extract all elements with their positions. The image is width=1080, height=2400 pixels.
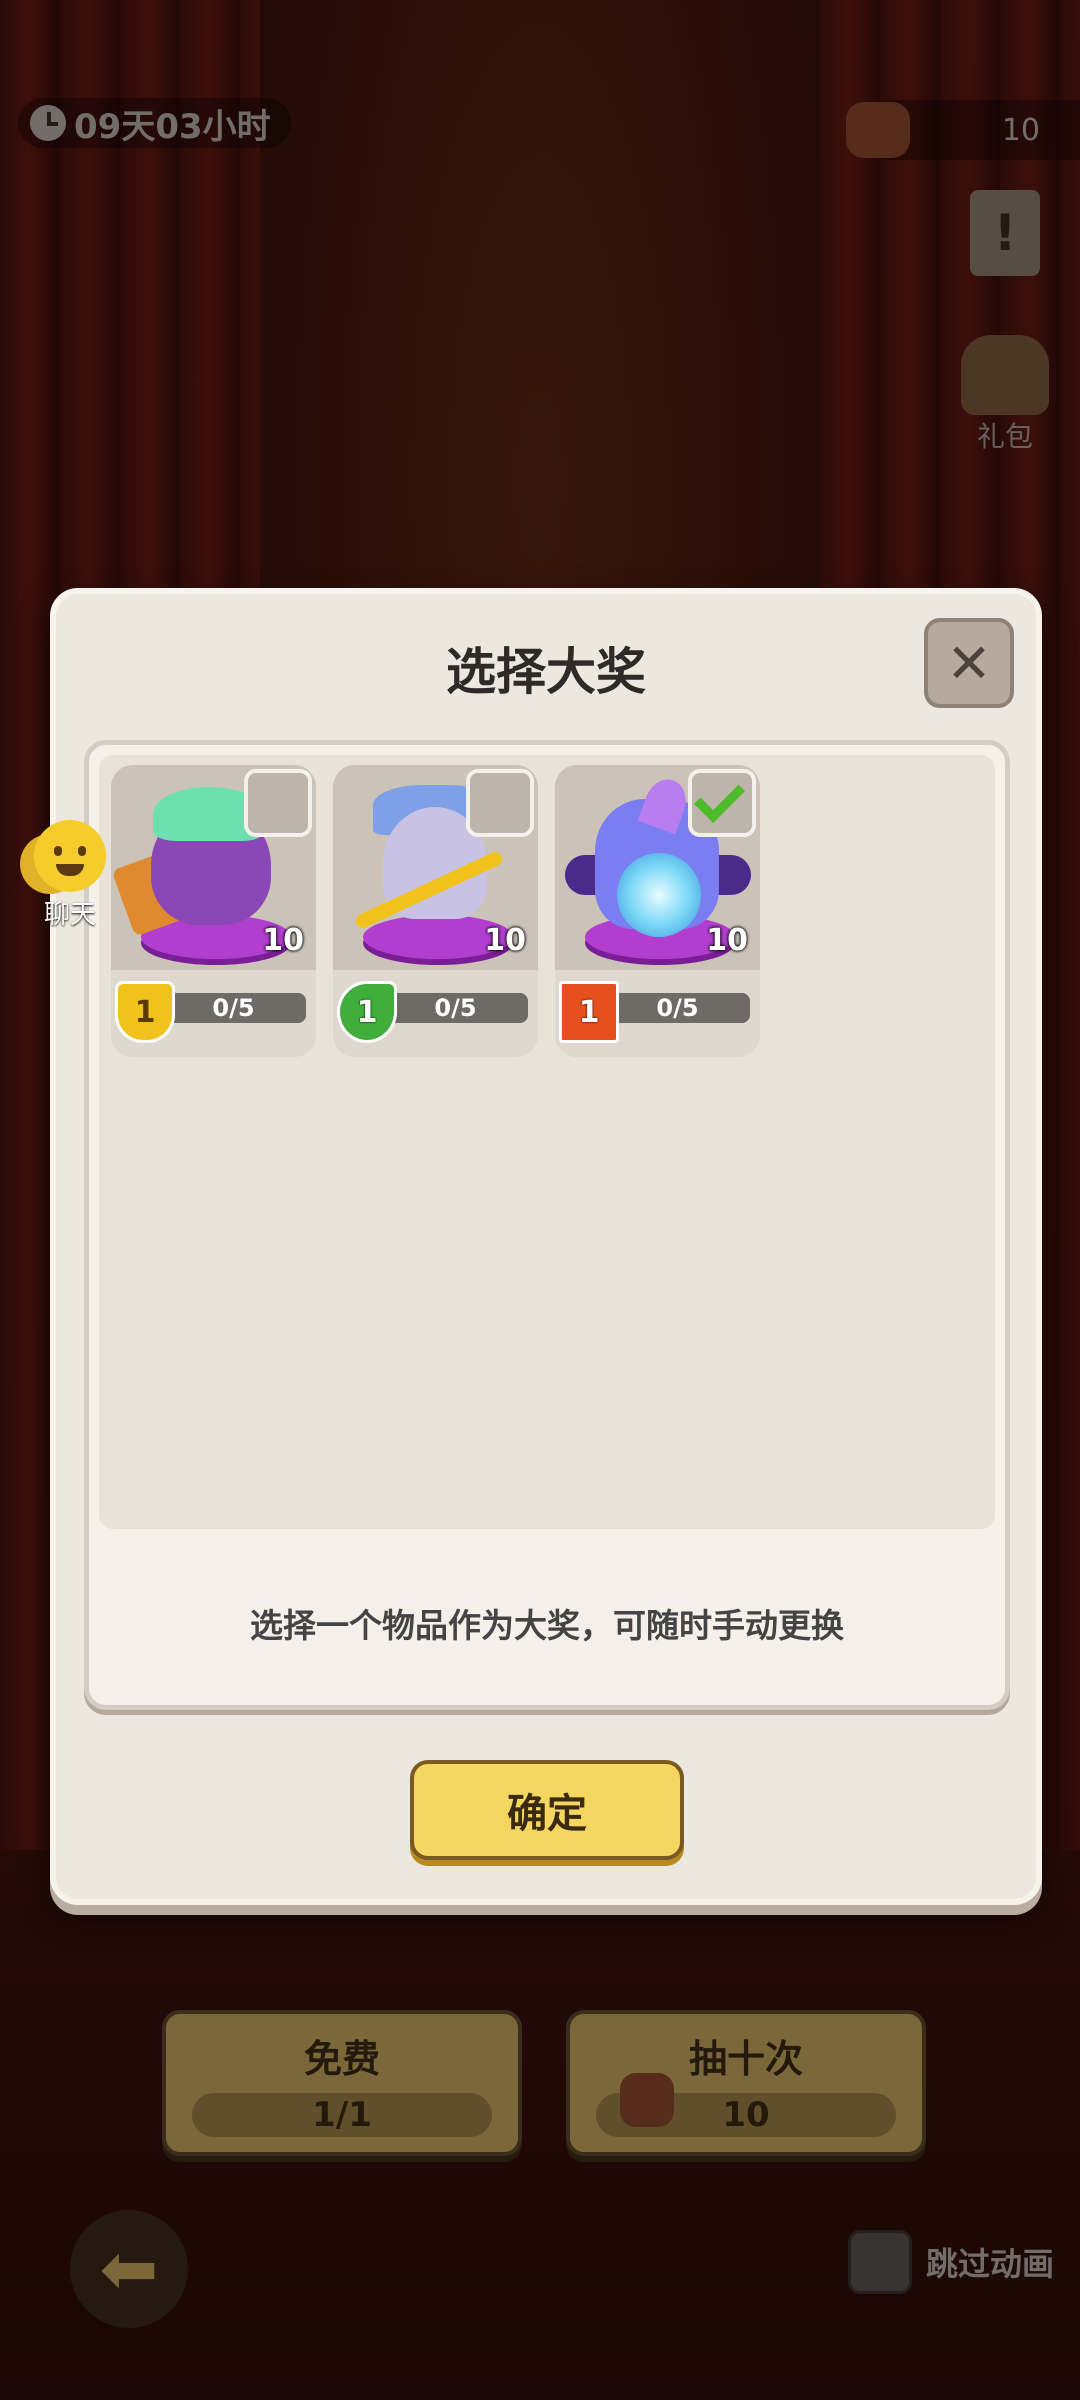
- leaf-badge-icon: 1: [337, 981, 397, 1043]
- prize-grid: 10 1 0/5 10 1 0/5 10 1 0/5: [99, 755, 995, 1529]
- prize-card-selected[interactable]: 10 1 0/5: [555, 765, 760, 1057]
- prize-progress: 0/5: [383, 993, 528, 1023]
- confirm-button[interactable]: 确定: [410, 1760, 684, 1860]
- chat-button[interactable]: 聊天: [20, 820, 120, 931]
- shield-badge-icon: 1: [115, 981, 175, 1043]
- prize-count: 10: [484, 923, 526, 958]
- grand-prize-dialog: 选择大奖 ✕ 10 1 0/5 10 1 0/5 10 1 0/5 选择一个物品…: [50, 588, 1042, 1905]
- prize-card[interactable]: 10 1 0/5: [111, 765, 316, 1057]
- smiley-chat-icon: [34, 820, 106, 892]
- prize-panel: 10 1 0/5 10 1 0/5 10 1 0/5 选择一个物品作为大奖，可随…: [84, 740, 1010, 1710]
- prize-progress: 0/5: [161, 993, 306, 1023]
- prize-count: 10: [706, 923, 748, 958]
- chat-label: 聊天: [43, 900, 96, 930]
- close-button[interactable]: ✕: [924, 618, 1014, 708]
- prize-select-checkbox[interactable]: [244, 769, 312, 837]
- prize-card[interactable]: 10 1 0/5: [333, 765, 538, 1057]
- dialog-hint: 选择一个物品作为大奖，可随时手动更换: [250, 1606, 844, 1645]
- prize-progress: 0/5: [605, 993, 750, 1023]
- close-icon: ✕: [946, 631, 992, 695]
- flag-badge-icon: 1: [559, 981, 619, 1043]
- checkmark-icon[interactable]: [688, 769, 756, 837]
- prize-select-checkbox[interactable]: [466, 769, 534, 837]
- prize-count: 10: [262, 923, 304, 958]
- dialog-title: 选择大奖: [446, 643, 646, 701]
